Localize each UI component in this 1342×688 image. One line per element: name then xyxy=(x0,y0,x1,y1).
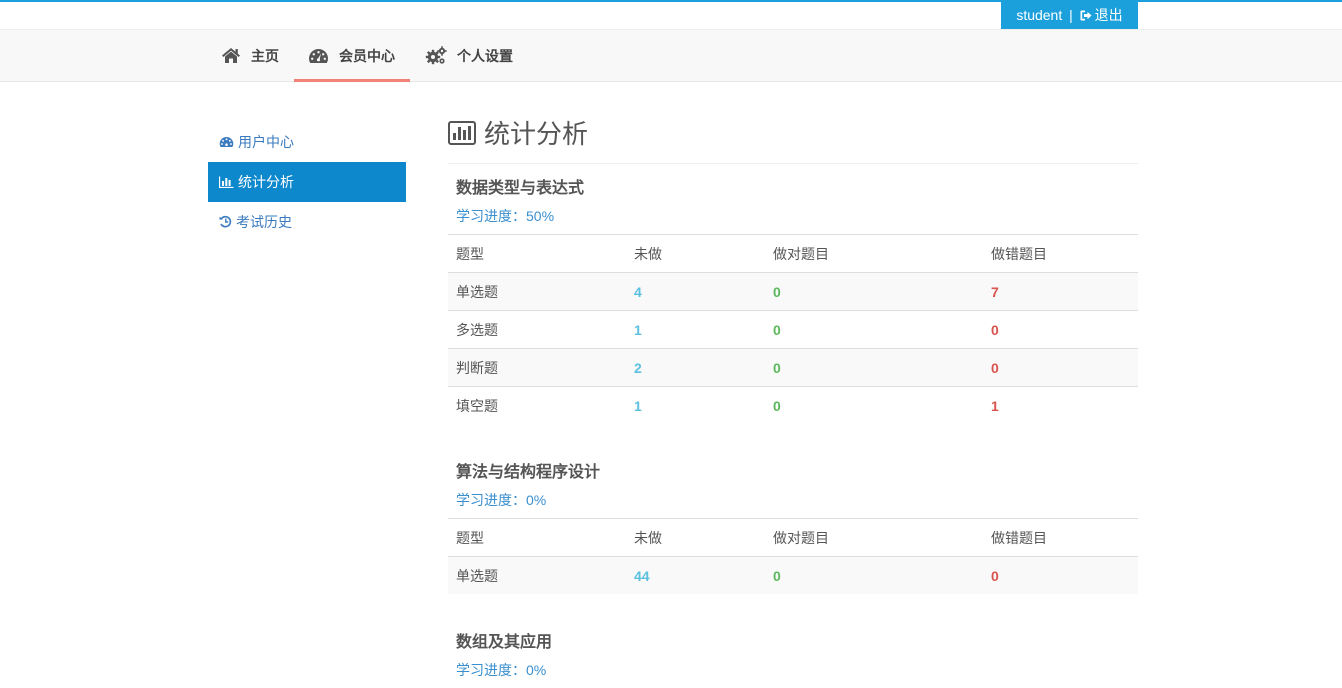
question-type: 单选题 xyxy=(448,272,626,311)
page-title: 统计分析 xyxy=(448,110,1138,164)
wrong-count: 0 xyxy=(983,348,1138,387)
column-header: 做错题目 xyxy=(983,234,1138,273)
wrong-count: 0 xyxy=(983,556,1138,594)
correct-count: 0 xyxy=(765,386,983,424)
correct-count: 0 xyxy=(765,272,983,311)
column-header: 做对题目 xyxy=(765,234,983,273)
nav-label: 会员中心 xyxy=(339,48,395,64)
nav-item-member-center[interactable]: 会员中心 xyxy=(294,30,410,82)
learning-progress: 学习进度：50% xyxy=(456,208,555,224)
history-icon xyxy=(219,216,232,228)
undone-count: 1 xyxy=(626,310,765,349)
sidebar-item-statistics[interactable]: 统计分析 xyxy=(208,162,406,202)
wrong-count: 7 xyxy=(983,272,1138,311)
section-title: 数组及其应用 xyxy=(456,634,553,651)
top-accent-line xyxy=(0,0,1342,2)
bar-chart-icon xyxy=(448,121,476,146)
undone-count: 1 xyxy=(626,386,765,424)
dashboard-icon xyxy=(219,136,234,147)
nav-item-settings[interactable]: 个人设置 xyxy=(425,30,513,82)
home-icon xyxy=(222,48,240,64)
sidebar-item-label: 统计分析 xyxy=(238,174,294,190)
correct-count: 0 xyxy=(765,556,983,594)
undone-count: 44 xyxy=(626,556,765,594)
stats-table: 题型 未做 做对题目 做错题目 单选题 4 0 7 多选题 1 0 0 判断题 … xyxy=(448,234,1138,424)
nav-label: 个人设置 xyxy=(457,48,513,64)
column-header: 做对题目 xyxy=(765,518,983,557)
username-link[interactable]: student xyxy=(1016,2,1062,29)
gears-icon xyxy=(425,46,447,64)
correct-count: 0 xyxy=(765,348,983,387)
question-type: 填空题 xyxy=(448,386,626,424)
section-title: 数据类型与表达式 xyxy=(456,180,585,197)
column-header: 未做 xyxy=(626,234,765,273)
column-header: 做错题目 xyxy=(983,518,1138,557)
wrong-count: 0 xyxy=(983,310,1138,349)
sidebar-item-label: 考试历史 xyxy=(236,214,292,230)
sidebar-item-exam-history[interactable]: 考试历史 xyxy=(208,202,406,242)
question-type: 判断题 xyxy=(448,348,626,387)
column-header: 题型 xyxy=(448,518,626,557)
page-title-text: 统计分析 xyxy=(484,119,589,149)
column-header: 题型 xyxy=(448,234,626,273)
user-separator: | xyxy=(1069,7,1073,23)
stats-table: 题型 未做 做对题目 做错题目 单选题 44 0 0 xyxy=(448,518,1138,594)
main-nav: 主页 会员中心 个人设置 xyxy=(0,29,1342,82)
sidebar-item-label: 用户中心 xyxy=(238,134,294,150)
column-header: 未做 xyxy=(626,518,765,557)
sign-out-icon xyxy=(1080,10,1092,21)
table-row: 单选题 4 0 7 xyxy=(448,272,1138,311)
table-row: 填空题 1 0 1 xyxy=(448,386,1138,424)
table-row: 多选题 1 0 0 xyxy=(448,310,1138,349)
undone-count: 4 xyxy=(626,272,765,311)
sidebar: 用户中心 统计分析 考试历史 xyxy=(208,122,406,242)
table-header-row: 题型 未做 做对题目 做错题目 xyxy=(448,518,1138,557)
nav-item-home[interactable]: 主页 xyxy=(221,30,279,82)
nav-label: 主页 xyxy=(251,48,279,64)
logout-button[interactable]: 退出 xyxy=(1080,2,1123,29)
user-bar: student | 退出 xyxy=(1001,2,1138,29)
table-header-row: 题型 未做 做对题目 做错题目 xyxy=(448,234,1138,273)
bar-chart-icon xyxy=(219,176,234,188)
section-title: 算法与结构程序设计 xyxy=(456,464,601,481)
main-content: 统计分析 数据类型与表达式 学习进度：50% 题型 未做 做对题目 做错题目 单… xyxy=(448,110,1138,688)
sidebar-item-user-center[interactable]: 用户中心 xyxy=(208,122,406,162)
correct-count: 0 xyxy=(765,310,983,349)
logout-label: 退出 xyxy=(1094,7,1123,23)
dashboard-icon xyxy=(309,48,328,63)
undone-count: 2 xyxy=(626,348,765,387)
question-type: 多选题 xyxy=(448,310,626,349)
wrong-count: 1 xyxy=(983,386,1138,424)
table-row: 判断题 2 0 0 xyxy=(448,348,1138,387)
learning-progress: 学习进度：0% xyxy=(456,492,547,508)
table-row: 单选题 44 0 0 xyxy=(448,556,1138,594)
question-type: 单选题 xyxy=(448,556,626,594)
